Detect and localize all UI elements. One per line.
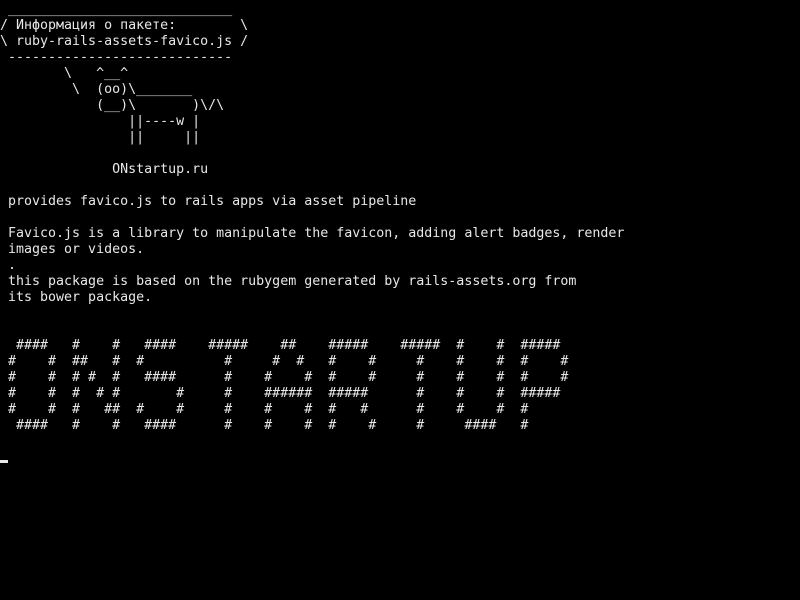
cowsay-cow-line: \ ^__^ (0, 66, 129, 81)
cowsay-bubble-line: ____________________________ (0, 2, 233, 17)
cowsay-bubble-line: \ ruby-rails-assets-favico.js / (0, 34, 249, 49)
package-description-line: images or videos. (0, 242, 145, 257)
ascii-banner-line: #### # # #### ##### ## ##### ##### # # #… (0, 338, 561, 353)
package-summary: provides favico.js to rails apps via ass… (0, 194, 417, 209)
text-cursor (0, 460, 8, 463)
cowsay-bubble-line: ---------------------------- (0, 50, 233, 65)
package-description-line: its bower package. (0, 290, 153, 305)
package-description-line: Favico.js is a library to manipulate the… (0, 226, 625, 241)
site-name: ONstartup.ru (0, 162, 209, 177)
ascii-banner-line: # # ## # # # # # # # # # # # # (0, 354, 569, 369)
cowsay-cow-line: || || (0, 130, 201, 145)
ascii-banner-line: # # # ## # # # # # # # # # # # (0, 402, 529, 417)
package-description-line: . (0, 258, 17, 273)
package-description-line: this package is based on the rubygem gen… (0, 274, 577, 289)
ascii-banner-line: # # # # # #### # # # # # # # # # # (0, 370, 569, 385)
cowsay-cow-line: (__)\ )\/\ (0, 98, 225, 113)
cowsay-cow-line: \ (oo)\_______ (0, 82, 193, 97)
cowsay-bubble-line: / Информация о пакете: \ (0, 18, 249, 33)
ascii-banner-line: # # # # # # # ###### ##### # # # ##### (0, 386, 561, 401)
ascii-banner-line: #### # # #### # # # # # # #### # (0, 418, 529, 433)
terminal-screen[interactable]: ____________________________ / Информаци… (0, 0, 800, 600)
cowsay-cow-line: ||----w | (0, 114, 201, 129)
